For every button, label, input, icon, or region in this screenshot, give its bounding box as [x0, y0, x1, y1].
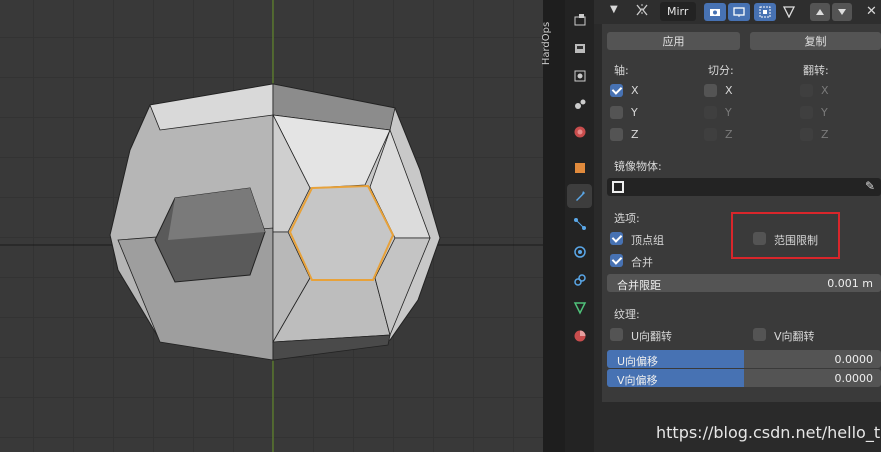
flip-v-label: V向翻转: [774, 330, 815, 343]
3d-viewport[interactable]: [0, 0, 543, 452]
merge-label: 合并: [631, 256, 653, 269]
axis-y-checkbox[interactable]: [610, 106, 623, 119]
bisect-x-checkbox[interactable]: [704, 84, 717, 97]
mirror-modifier-icon: [634, 2, 650, 21]
flip-v-checkbox[interactable]: [753, 328, 766, 341]
axis-x-checkbox[interactable]: [610, 84, 623, 97]
u-offset-field[interactable]: U向偏移 0.0000: [607, 350, 881, 368]
merge-distance-value: 0.001 m: [827, 277, 873, 290]
modifier-header: ▼ Mirr ✕: [594, 0, 881, 24]
bisect-x-label: X: [725, 84, 733, 97]
tab-world[interactable]: [567, 120, 592, 144]
move-up-button[interactable]: [810, 3, 830, 21]
axis-z-checkbox[interactable]: [610, 128, 623, 141]
show-on-cage-toggle[interactable]: [778, 3, 800, 21]
bisect-label: 切分:: [708, 64, 734, 77]
flip-z-checkbox[interactable]: [800, 128, 813, 141]
merge-distance-field[interactable]: 合并限距 0.001 m: [607, 274, 881, 292]
eyedropper-icon[interactable]: ✎: [865, 179, 875, 193]
show-render-toggle[interactable]: [754, 3, 776, 21]
tab-constraints[interactable]: [567, 268, 592, 292]
flip-x-label: X: [821, 84, 829, 97]
bisect-y-checkbox[interactable]: [704, 106, 717, 119]
axis-label: 轴:: [614, 64, 629, 77]
v-offset-label: V向偏移: [617, 374, 658, 387]
axis-y-label: Y: [631, 106, 638, 119]
move-down-button[interactable]: [832, 3, 852, 21]
merge-checkbox[interactable]: [610, 254, 623, 267]
v-offset-field[interactable]: V向偏移 0.0000: [607, 369, 881, 387]
tab-modifiers[interactable]: [567, 184, 592, 208]
flip-u-checkbox[interactable]: [610, 328, 623, 341]
flip-y-checkbox[interactable]: [800, 106, 813, 119]
clipping-highlight-box: [731, 212, 840, 259]
tab-tool[interactable]: [567, 8, 592, 32]
tab-object[interactable]: [567, 156, 592, 180]
vertex-groups-checkbox[interactable]: [610, 232, 623, 245]
axis-x-label: X: [631, 84, 639, 97]
tab-output[interactable]: [567, 64, 592, 88]
textures-title: 纹理:: [614, 308, 640, 321]
vertex-groups-label: 顶点组: [631, 234, 664, 247]
watermark: https://blog.csdn.net/hello_tute: [656, 423, 881, 442]
flip-label: 翻转:: [803, 64, 829, 77]
show-viewport-toggle[interactable]: [728, 3, 750, 21]
modifier-name-field[interactable]: Mirr: [660, 2, 696, 21]
hardops-tab-label: HardOps: [541, 21, 553, 66]
copy-button[interactable]: 复制: [750, 32, 881, 50]
bisect-z-checkbox[interactable]: [704, 128, 717, 141]
bisect-y-label: Y: [725, 106, 732, 119]
hardops-tab[interactable]: HardOps: [541, 16, 561, 76]
flip-x-checkbox[interactable]: [800, 84, 813, 97]
show-in-editmode-toggle[interactable]: [704, 3, 726, 21]
bisect-z-label: Z: [725, 128, 733, 141]
mirror-object-label: 镜像物体:: [614, 160, 662, 173]
u-offset-value: 0.0000: [834, 353, 874, 366]
mirror-object-field[interactable]: ✎: [607, 178, 881, 196]
tab-data[interactable]: [567, 296, 592, 320]
object-icon: [612, 181, 624, 193]
options-title: 选项:: [614, 212, 640, 225]
tab-physics[interactable]: [567, 240, 592, 264]
properties-tab-strip: [565, 0, 594, 452]
axis-z-label: Z: [631, 128, 639, 141]
tab-particles[interactable]: [567, 212, 592, 236]
tab-material[interactable]: [567, 324, 592, 348]
v-offset-value: 0.0000: [834, 372, 874, 385]
flip-u-label: U向翻转: [631, 330, 673, 343]
mesh-view: [0, 0, 543, 452]
tab-render[interactable]: [567, 36, 592, 60]
collapse-chevron-icon[interactable]: ▼: [610, 4, 618, 15]
apply-button[interactable]: 应用: [607, 32, 740, 50]
tab-view-layer[interactable]: [567, 92, 592, 116]
flip-y-label: Y: [821, 106, 828, 119]
close-icon[interactable]: ✕: [866, 4, 877, 19]
u-offset-label: U向偏移: [617, 355, 659, 368]
merge-distance-label: 合并限距: [617, 279, 661, 292]
flip-z-label: Z: [821, 128, 829, 141]
